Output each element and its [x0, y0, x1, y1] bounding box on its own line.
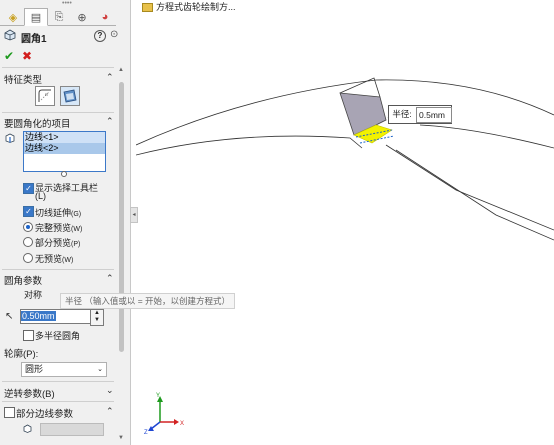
partial-edge-title[interactable]: 部分边线参数 [16, 406, 73, 420]
radius-icon: ↖ [5, 311, 14, 322]
multi-radius-checkbox[interactable] [23, 330, 34, 341]
axis-y-label: Y [156, 393, 160, 399]
reverse-parameters-title[interactable]: 逆转参数(B) [4, 386, 55, 400]
full-preview-text: 完整预览 [35, 223, 72, 233]
tangent-propagation-label: 切线延伸(G) [35, 206, 81, 219]
partial-preview-label: 部分预览(P) [35, 236, 80, 249]
fillet-method-select[interactable]: 对称 [23, 289, 64, 301]
no-preview-radio[interactable] [23, 253, 33, 263]
list-resize-handle[interactable] [61, 171, 67, 177]
axis-x-label: X [180, 421, 184, 427]
no-preview-label: 无预览(W) [35, 252, 73, 265]
divider [2, 381, 114, 382]
scrollbar-thumb[interactable] [119, 82, 124, 352]
spin-down-icon[interactable]: ▼ [91, 317, 103, 324]
constant-fillet-icon: R [38, 89, 51, 102]
radius-callout[interactable]: 半径: 0.5mm [388, 105, 452, 124]
property-list-icon: ▤ [30, 11, 42, 24]
radius-tooltip: 半径 （输入值或以 = 开始，以创建方程式） [60, 293, 236, 309]
partial-edge-checkbox[interactable] [4, 407, 15, 418]
face-fillet-icon [63, 89, 77, 103]
partial-preview-shortcut: (P) [71, 241, 81, 248]
tab-display-manager[interactable]: ◕ [93, 8, 117, 26]
divider [2, 401, 114, 402]
manager-tabs: ◈ ▤ ⎘ ⊕ ◕ [0, 7, 116, 26]
chevron-down-icon: ⌄ [97, 366, 103, 373]
face-fillet-button[interactable] [60, 86, 80, 106]
callout-value-input[interactable]: 0.5mm [416, 107, 452, 123]
tangent-propagation-checkbox[interactable]: ✓ [23, 206, 34, 217]
collapse-caret-icon[interactable]: ⌃ [106, 273, 114, 284]
selected-edges-list[interactable]: 边线<1> 边线<2> [23, 131, 106, 172]
show-selection-toolbar-checkbox[interactable]: ✓ [23, 183, 34, 194]
no-preview-shortcut: (W) [62, 257, 74, 264]
profile-value: 圆形 [25, 364, 44, 374]
fillet-parameters-title[interactable]: 圆角参数 [4, 273, 42, 287]
profile-label: 轮廓(P): [4, 349, 39, 360]
radius-value: 0.50mm [21, 311, 56, 321]
property-manager-panel: •••• ◈ ▤ ⎘ ⊕ ◕ 圆角1 ? ⊙ ✔ ✖ 特征类型 ⌃ R 要圆角化… [0, 0, 131, 445]
tab-configuration-manager[interactable]: ⎘ [47, 8, 71, 26]
gear-flank-line [385, 144, 554, 231]
partial-preview-radio[interactable] [23, 237, 33, 247]
coordinate-triad [148, 396, 179, 431]
expand-caret-icon[interactable]: ⌄ [106, 385, 114, 396]
spin-up-icon[interactable]: ▲ [91, 310, 103, 317]
profile-select[interactable]: 圆形 ⌄ [21, 362, 107, 377]
panel-grip-icon[interactable]: •••• [62, 0, 72, 7]
feature-tree-icon: ◈ [8, 11, 18, 24]
color-wheel-icon: ◕ [101, 11, 109, 23]
svg-text:R: R [45, 92, 48, 97]
radius-spinner[interactable]: ▲ ▼ [90, 309, 104, 326]
ok-button[interactable]: ✔ [4, 49, 14, 63]
full-preview-label: 完整预览(W) [35, 221, 82, 234]
edge-selection-icon [5, 133, 15, 143]
axis-z-label: Z [144, 430, 148, 436]
scroll-up-icon[interactable]: ▲ [118, 67, 124, 73]
fillet-feature-icon [4, 29, 16, 41]
divider [2, 112, 114, 113]
partial-preview-text: 部分预览 [35, 238, 72, 248]
constant-size-fillet-button[interactable]: R [35, 86, 55, 106]
partial-edge-field[interactable] [40, 423, 104, 436]
divider [2, 67, 114, 68]
tangent-propagation-shortcut: (G) [71, 211, 82, 218]
multi-radius-label: 多半径圆角 [35, 331, 81, 341]
gear-flank-line-lower [395, 149, 554, 241]
pin-icon[interactable]: ⊙ [110, 29, 118, 40]
callout-label: 半径: [389, 106, 415, 123]
help-icon[interactable]: ? [94, 30, 106, 42]
radius-input[interactable]: 0.50mm [20, 309, 92, 324]
divider [2, 269, 114, 270]
list-item[interactable]: 边线<1> [24, 132, 105, 143]
page-title: 圆角1 [21, 34, 47, 45]
show-selection-toolbar-shortcut: (L) [35, 191, 46, 201]
tab-property-manager[interactable]: ▤ [24, 8, 48, 26]
crosshair-icon: ⊕ [77, 11, 87, 24]
full-preview-radio[interactable] [23, 222, 33, 232]
gear-root-arc [136, 135, 363, 156]
configuration-icon: ⎘ [54, 10, 64, 23]
scroll-down-icon[interactable]: ▼ [118, 435, 124, 441]
tab-dimxpert-manager[interactable]: ⊕ [70, 8, 94, 26]
list-item[interactable]: 边线<2> [24, 143, 105, 154]
edge-icon [23, 424, 32, 433]
collapse-caret-icon[interactable]: ⌃ [106, 116, 114, 127]
no-preview-text: 无预览 [35, 254, 63, 264]
gear-outer-arc [136, 79, 554, 146]
tangent-propagation-text: 切线延伸 [35, 208, 72, 218]
tab-feature-manager[interactable]: ◈ [1, 8, 25, 26]
gear-root-arc-right [419, 124, 554, 149]
full-preview-shortcut: (W) [71, 226, 83, 233]
feature-type-title[interactable]: 特征类型 [4, 72, 42, 86]
items-to-fillet-title[interactable]: 要圆角化的项目 [4, 116, 71, 130]
collapse-caret-icon[interactable]: ⌃ [106, 72, 114, 83]
graphics-viewport[interactable]: Y X Z [136, 0, 554, 445]
collapse-caret-icon[interactable]: ⌃ [106, 406, 114, 417]
cancel-button[interactable]: ✖ [22, 49, 32, 63]
